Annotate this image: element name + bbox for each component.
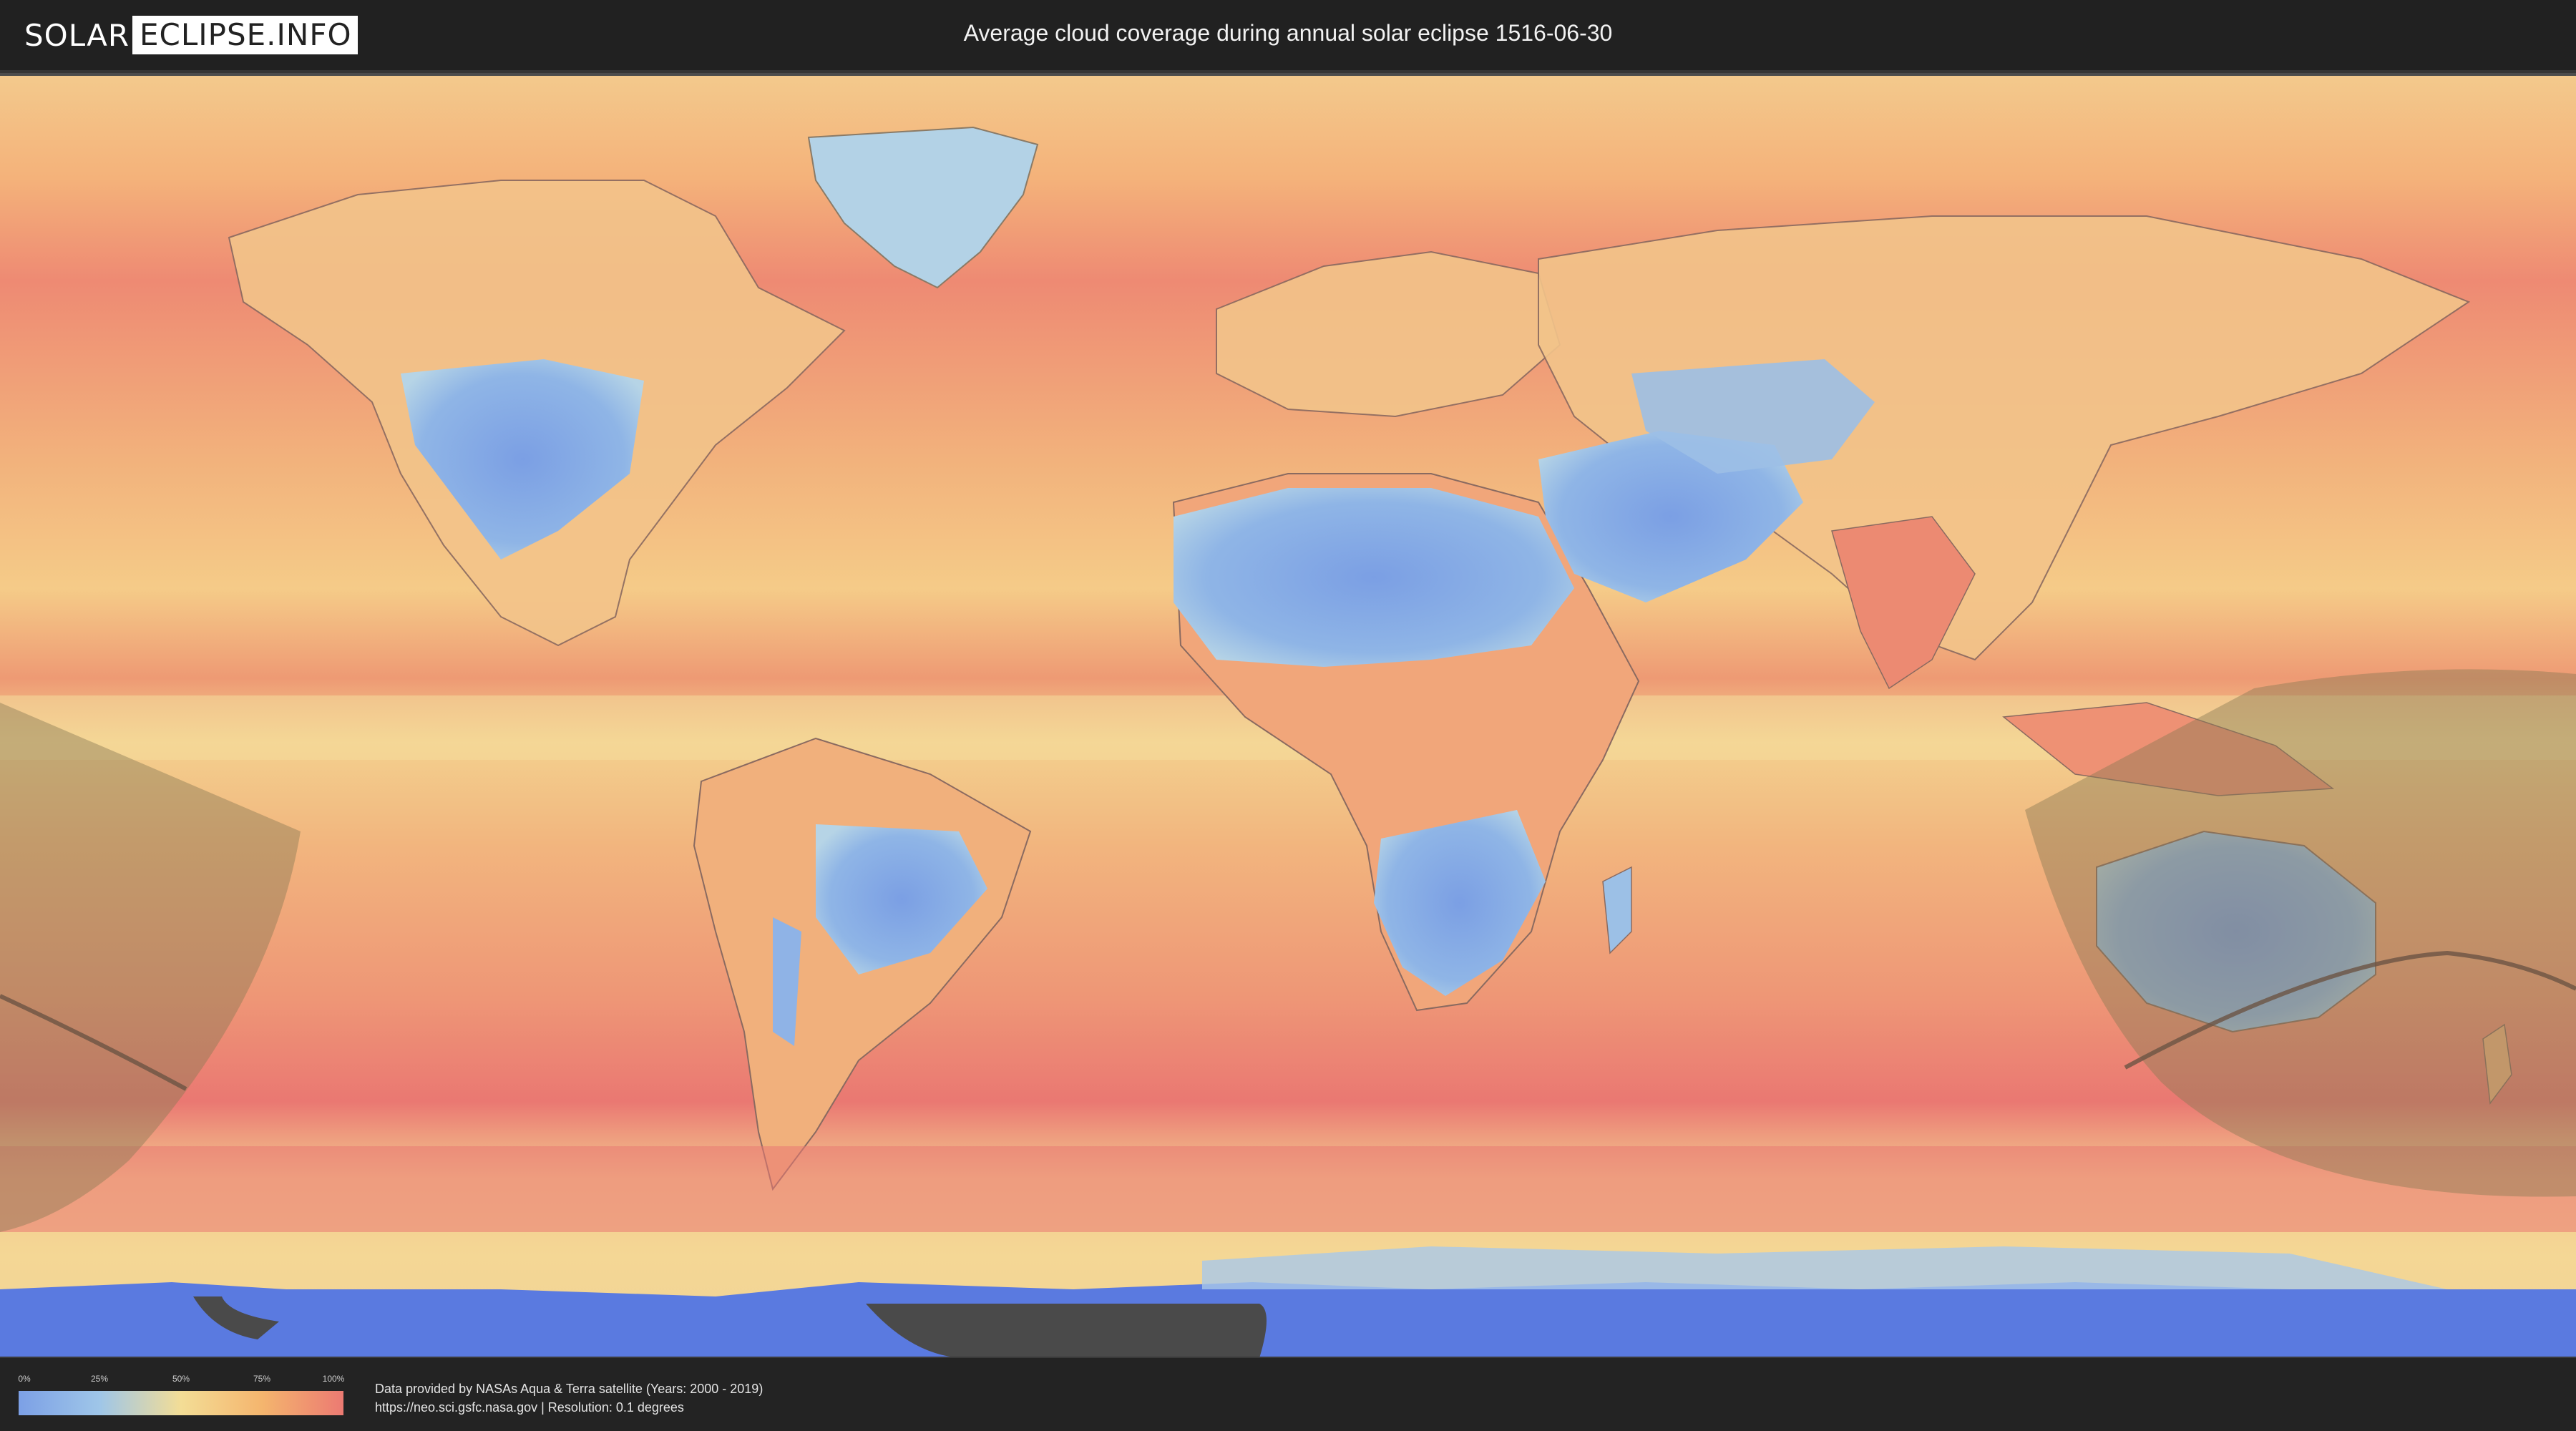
legend-tick-0: 0% xyxy=(18,1374,31,1384)
cloud-coverage-legend: 0% 25% 50% 75% 100% xyxy=(18,1374,345,1415)
antarctica-coastal-band xyxy=(1202,1246,2447,1289)
cloud-coverage-map[interactable] xyxy=(0,73,2576,1358)
antarctica xyxy=(0,1282,2576,1358)
sahara-clear-area xyxy=(1174,488,1574,667)
legend-color-bar xyxy=(19,1391,343,1415)
legend-tick-75: 75% xyxy=(253,1374,271,1384)
credits-source: Data provided by NASAs Aqua & Terra sate… xyxy=(375,1382,763,1396)
southern-ocean-cloud-band xyxy=(0,1146,2576,1232)
legend-tick-50: 50% xyxy=(172,1374,190,1384)
legend-ticks: 0% 25% 50% 75% 100% xyxy=(18,1374,345,1387)
world-map-svg xyxy=(0,76,2576,1358)
header-bar: SOLAR ECLIPSE.INFO Average cloud coverag… xyxy=(0,0,2576,73)
legend-tick-100: 100% xyxy=(322,1374,345,1384)
footer-bar: 0% 25% 50% 75% 100% Data provided by NAS… xyxy=(0,1358,2576,1431)
legend-tick-25: 25% xyxy=(90,1374,109,1384)
credits-url-resolution: https://neo.sci.gsfc.nasa.gov | Resoluti… xyxy=(375,1400,684,1415)
data-credits: Data provided by NASAs Aqua & Terra sate… xyxy=(375,1379,763,1417)
page-title: Average cloud coverage during annual sol… xyxy=(963,20,1613,46)
